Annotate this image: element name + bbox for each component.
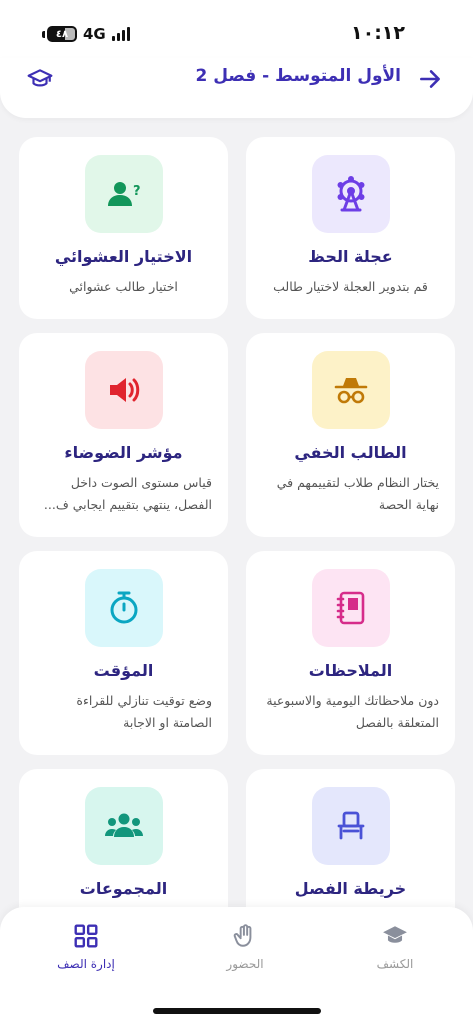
notebook-icon bbox=[336, 591, 364, 625]
card-title: الملاحظات bbox=[308, 661, 393, 680]
card-icon-box bbox=[311, 569, 390, 647]
home-indicator[interactable] bbox=[153, 1008, 321, 1014]
card-title: الطالب الخفي bbox=[294, 443, 407, 462]
card-icon-box: ? bbox=[84, 155, 163, 233]
page-title: الأول المتوسط - فصل 2 bbox=[195, 66, 401, 86]
nav-label: الكشف bbox=[376, 957, 414, 971]
nav-label: الحضور bbox=[226, 957, 264, 971]
card-hidden-student[interactable]: الطالب الخفي يختار النظام طلاب لتقييمهم … bbox=[246, 333, 455, 537]
nav-label: إدارة الصف bbox=[57, 957, 115, 971]
graduation-cap-icon bbox=[27, 69, 53, 87]
user-question-icon: ? bbox=[107, 182, 141, 206]
card-description: دون ملاحظاتك اليومية والاسبوعية المتعلقة… bbox=[266, 693, 439, 730]
card-description: وضع توقيت تنازلي للقراءة الصامتة او الاج… bbox=[76, 693, 212, 730]
card-noise-meter[interactable]: مؤشر الضوضاء قياس مستوى الصوت داخل الفصل… bbox=[19, 333, 228, 537]
ferris-wheel-icon bbox=[337, 176, 364, 212]
nav-item-attendance[interactable]: الحضور bbox=[195, 923, 295, 971]
card-title: مؤشر الضوضاء bbox=[64, 443, 183, 462]
card-title: خريطة الفصل bbox=[294, 879, 407, 898]
stopwatch-icon bbox=[110, 591, 137, 624]
svg-text:?: ? bbox=[133, 184, 141, 199]
back-button[interactable] bbox=[415, 64, 445, 94]
grid-icon bbox=[74, 924, 98, 948]
card-timer[interactable]: المؤقت وضع توقيت تنازلي للقراءة الصامتة … bbox=[19, 551, 228, 755]
raised-hand-icon bbox=[233, 924, 252, 947]
status-time: ١٠:١٢ bbox=[351, 22, 405, 44]
battery-tip bbox=[42, 30, 45, 38]
chair-icon bbox=[337, 811, 364, 840]
status-bar: ١٠:١٢ ٤٨ 4G bbox=[0, 0, 473, 60]
card-description: قياس مستوى الصوت داخل الفصل، ينتهي بتقيي… bbox=[43, 475, 212, 512]
card-icon-box bbox=[311, 155, 390, 233]
signal-icon bbox=[111, 27, 130, 41]
card-description: اختيار طالب عشوائي bbox=[69, 279, 178, 294]
status-indicators: ٤٨ 4G bbox=[42, 25, 130, 43]
card-description: قم بتدوير العجلة لاختيار طالب bbox=[273, 279, 428, 294]
card-icon-box bbox=[84, 569, 163, 647]
battery-icon: ٤٨ bbox=[47, 26, 77, 42]
card-title: المجموعات bbox=[79, 879, 168, 898]
card-random-pick[interactable]: ? الاختيار العشوائي اختيار طالب عشوائي bbox=[19, 137, 228, 319]
bottom-nav: الكشف الحضور إدارة الصف bbox=[0, 907, 473, 1024]
incognito-icon bbox=[334, 378, 367, 404]
graduation-cap-icon bbox=[383, 926, 407, 943]
card-icon-box bbox=[311, 787, 390, 865]
card-icon-box bbox=[311, 351, 390, 429]
nav-item-class-management[interactable]: إدارة الصف bbox=[36, 923, 136, 971]
card-notes[interactable]: الملاحظات دون ملاحظاتك اليومية والاسبوعي… bbox=[246, 551, 455, 755]
card-description: يختار النظام طلاب لتقييمهم في نهاية الحص… bbox=[276, 475, 439, 512]
class-button[interactable] bbox=[26, 65, 54, 93]
volume-icon bbox=[109, 378, 139, 402]
card-wheel-of-fortune[interactable]: عجلة الحظ قم بتدوير العجلة لاختيار طالب bbox=[246, 137, 455, 319]
card-title: المؤقت bbox=[93, 661, 154, 680]
card-icon-box bbox=[84, 351, 163, 429]
app-header: الأول المتوسط - فصل 2 bbox=[0, 58, 473, 118]
arrow-right-icon bbox=[420, 70, 440, 88]
battery-level: ٤٨ bbox=[55, 28, 69, 40]
card-icon-box bbox=[84, 787, 163, 865]
nav-item-roll[interactable]: الكشف bbox=[345, 923, 445, 971]
network-type: 4G bbox=[83, 25, 106, 43]
group-icon bbox=[104, 813, 143, 837]
card-title: عجلة الحظ bbox=[308, 247, 393, 266]
card-title: الاختيار العشوائي bbox=[54, 247, 193, 266]
